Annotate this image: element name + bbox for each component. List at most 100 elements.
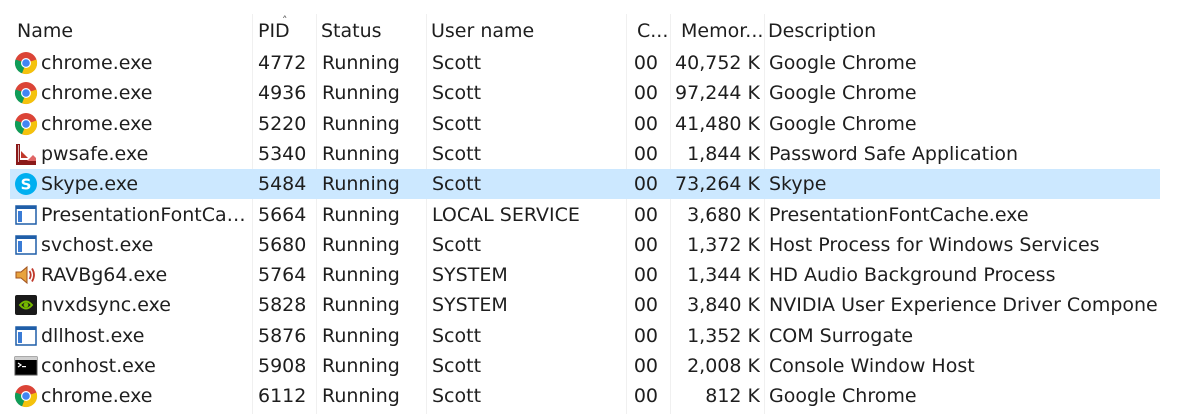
window-app-icon: [14, 233, 38, 257]
process-name: dllhost.exe: [41, 324, 145, 347]
process-status: Running: [322, 173, 400, 196]
skype-icon: S: [14, 172, 38, 196]
process-memory: 41,480 K: [675, 112, 760, 135]
process-name: conhost.exe: [41, 355, 156, 377]
process-status: Running: [322, 294, 400, 317]
process-row[interactable]: PresentationFontCache.exe 5664 Running L…: [10, 200, 1160, 230]
process-cpu: 00: [633, 385, 658, 408]
process-status: Running: [322, 82, 400, 105]
process-cpu: 00: [633, 142, 658, 165]
process-memory: 97,244 K: [675, 82, 760, 105]
process-cpu: 00: [633, 233, 658, 256]
process-name: chrome.exe: [41, 82, 153, 105]
process-cpu: 00: [633, 324, 658, 347]
process-pid: 6112: [258, 385, 307, 408]
process-pid: 5908: [258, 355, 307, 377]
column-header-name[interactable]: Name: [17, 14, 247, 46]
process-user-name: SYSTEM: [432, 264, 508, 287]
process-memory: 1,844 K: [687, 142, 760, 165]
process-user-name: Scott: [432, 173, 482, 196]
process-user-name: Scott: [432, 52, 482, 74]
console-icon: [14, 354, 38, 378]
chrome-icon: [14, 112, 38, 136]
process-description: HD Audio Background Process: [769, 264, 1056, 287]
process-row[interactable]: chrome.exe 6112 Running Scott 00 812 K G…: [10, 381, 1160, 411]
process-row[interactable]: RAVBg64.exe 5764 Running SYSTEM 00 1,344…: [10, 260, 1160, 290]
process-user-name: SYSTEM: [432, 294, 508, 317]
process-row[interactable]: svchost.exe 5680 Running Scott 00 1,372 …: [10, 230, 1160, 260]
process-pid: 5220: [258, 112, 307, 135]
column-header-memory[interactable]: Memor...: [681, 14, 765, 46]
column-header-description[interactable]: Description: [768, 14, 1068, 46]
process-row[interactable]: chrome.exe 4772 Running Scott 00 40,752 …: [10, 48, 1160, 78]
process-name: pwsafe.exe: [41, 142, 149, 165]
process-status: Running: [322, 112, 400, 135]
column-header-status[interactable]: Status: [321, 14, 421, 46]
process-row[interactable]: S Skype.exe 5484 Running Scott 00 73,264…: [10, 169, 1160, 200]
process-cpu: 00: [633, 52, 658, 74]
process-pid: 5828: [258, 294, 307, 317]
process-name: chrome.exe: [41, 385, 153, 408]
process-description: NVIDIA User Experience Driver Component: [769, 294, 1159, 317]
process-name: PresentationFontCache.exe: [41, 203, 253, 226]
process-cpu: 00: [633, 264, 658, 287]
process-description: PresentationFontCache.exe: [769, 203, 1029, 226]
process-row[interactable]: dllhost.exe 5876 Running Scott 00 1,352 …: [10, 321, 1160, 351]
process-pid: 5664: [258, 203, 307, 226]
process-user-name: Scott: [432, 324, 482, 347]
speaker-icon: [14, 263, 38, 287]
process-description: Google Chrome: [769, 112, 917, 135]
svg-text:S: S: [21, 176, 32, 194]
process-row[interactable]: chrome.exe 4936 Running Scott 00 97,244 …: [10, 78, 1160, 108]
process-pid: 4936: [258, 82, 307, 105]
window-app-icon: [14, 324, 38, 348]
process-memory: 812 K: [705, 385, 760, 408]
column-header-user-name[interactable]: User name: [431, 14, 621, 46]
process-user-name: LOCAL SERVICE: [432, 203, 580, 226]
process-row[interactable]: pwsafe.exe 5340 Running Scott 00 1,844 K…: [10, 139, 1160, 169]
process-pid: 5876: [258, 324, 307, 347]
process-memory: 1,344 K: [687, 264, 760, 287]
process-status: Running: [322, 203, 400, 226]
process-status: Running: [322, 264, 400, 287]
column-header-row: Name PID ˄ Status User name C... Memor..…: [0, 14, 1177, 414]
process-name: Skype.exe: [41, 173, 139, 196]
process-row[interactable]: nvxdsync.exe 5828 Running SYSTEM 00 3,84…: [10, 290, 1160, 320]
process-pid: 5680: [258, 233, 307, 256]
process-description: Host Process for Windows Services: [769, 233, 1100, 256]
chrome-icon: [14, 384, 38, 408]
process-description: Google Chrome: [769, 385, 917, 408]
process-memory: 1,372 K: [687, 233, 760, 256]
process-description: COM Surrogate: [769, 324, 914, 347]
process-memory: 3,680 K: [687, 203, 760, 226]
nvidia-icon: [14, 293, 38, 317]
process-pid: 5764: [258, 264, 307, 287]
process-row[interactable]: chrome.exe 5220 Running Scott 00 41,480 …: [10, 109, 1160, 139]
process-pid: 5484: [258, 173, 307, 196]
process-memory: 1,352 K: [687, 324, 760, 347]
process-status: Running: [322, 385, 400, 408]
process-pid: 5340: [258, 142, 307, 165]
process-status: Running: [322, 233, 400, 256]
process-cpu: 00: [633, 203, 658, 226]
window-app-icon: [14, 203, 38, 227]
process-user-name: Scott: [432, 82, 482, 105]
process-description: Google Chrome: [769, 82, 917, 105]
process-row[interactable]: conhost.exe 5908 Running Scott 00 2,008 …: [10, 351, 1160, 381]
process-description: Console Window Host: [769, 355, 975, 377]
process-user-name: Scott: [432, 385, 482, 408]
process-name: RAVBg64.exe: [41, 264, 168, 287]
process-cpu: 00: [633, 355, 658, 377]
process-cpu: 00: [633, 294, 658, 317]
process-name: chrome.exe: [41, 52, 153, 74]
column-header-cpu[interactable]: C...: [637, 14, 669, 46]
chrome-icon: [14, 51, 38, 75]
process-status: Running: [322, 52, 400, 74]
pwsafe-icon: [14, 142, 38, 166]
process-description: Skype: [769, 173, 827, 196]
process-status: Running: [322, 324, 400, 347]
process-pid: 4772: [258, 52, 307, 74]
process-memory: 73,264 K: [675, 173, 760, 196]
process-status: Running: [322, 355, 400, 377]
process-name: svchost.exe: [41, 233, 154, 256]
